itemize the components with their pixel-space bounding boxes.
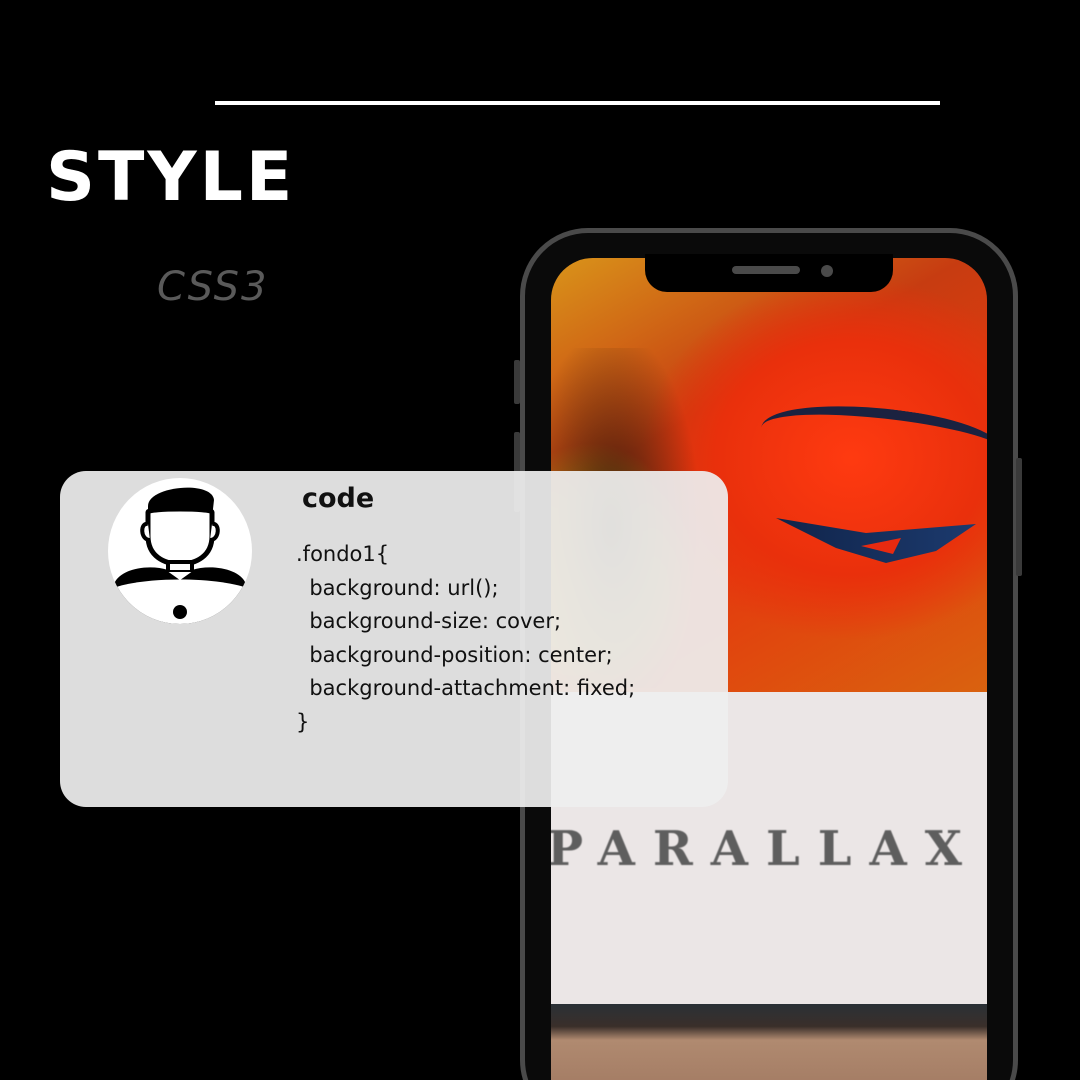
card-heading: code (302, 483, 375, 514)
page-title: STYLE (46, 138, 296, 217)
user-avatar-icon (108, 478, 252, 624)
page: STYLE CSS3 PARALLAX code .fondo1{backgr… (0, 0, 1080, 1080)
css-code-block: .fondo1{ background: url(); background-s… (296, 542, 636, 734)
user-avatar-svg (108, 487, 252, 624)
phone-side-button (514, 360, 520, 404)
top-divider (215, 101, 940, 105)
phone-power-button (1016, 458, 1022, 576)
hero-eye (776, 518, 976, 563)
phone-camera (821, 265, 833, 277)
hero-eyebrow (757, 391, 987, 485)
parallax-heading: PARALLAX (551, 821, 980, 877)
page-subtitle: CSS3 (157, 264, 269, 310)
phone-speaker (732, 266, 800, 274)
floor-image (551, 1004, 987, 1080)
